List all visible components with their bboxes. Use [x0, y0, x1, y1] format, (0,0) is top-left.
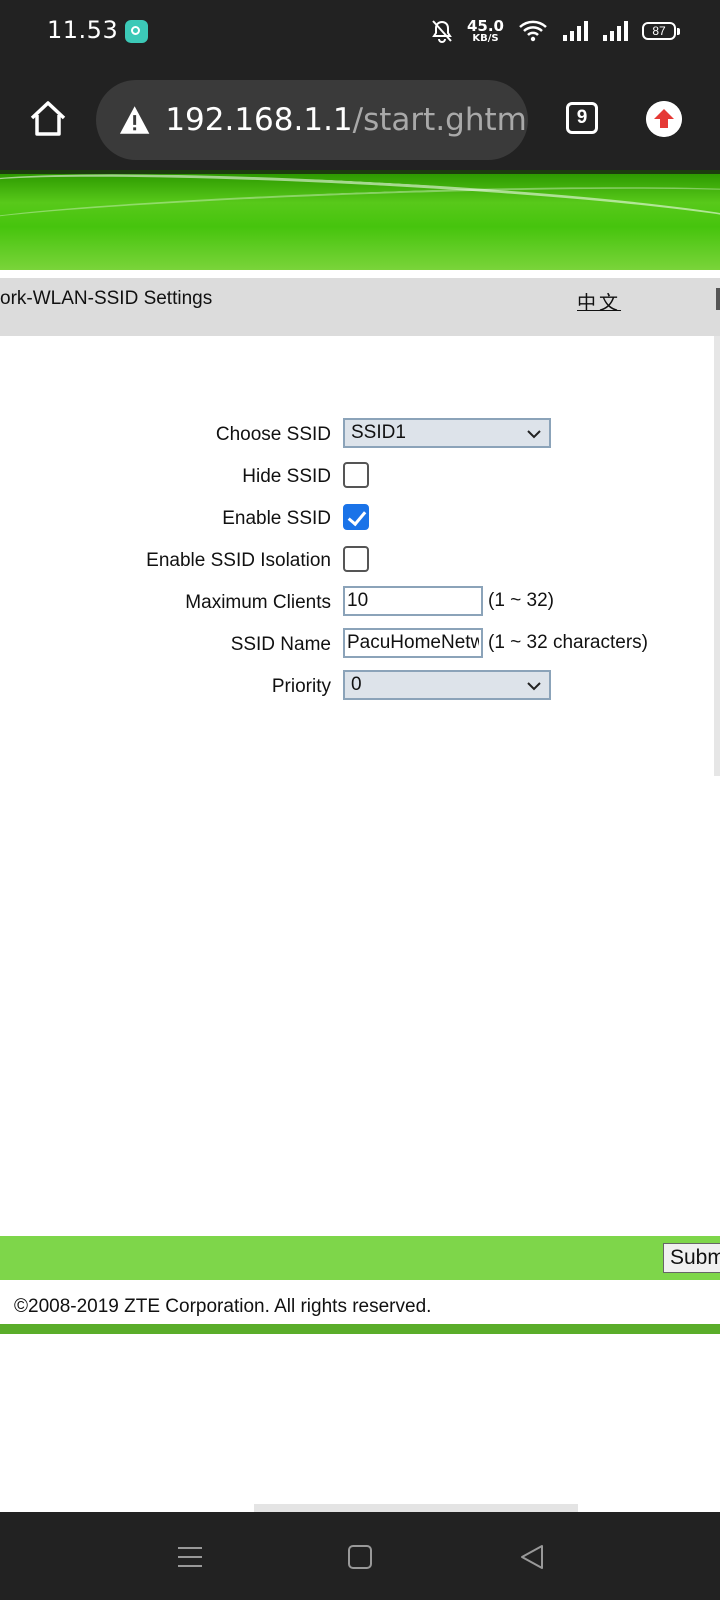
max-clients-hint: (1 ~ 32)	[488, 590, 555, 611]
breadcrumb: ork-WLAN-SSID Settings	[0, 288, 213, 309]
max-clients-label: Maximum Clients	[185, 592, 331, 613]
button-bar	[0, 1236, 720, 1280]
status-bar: 11.53 45.0 KB/S 87	[0, 0, 720, 62]
battery-icon: 87	[642, 22, 680, 40]
row-hide-ssid: Hide SSID	[0, 460, 720, 496]
language-switch-link[interactable]: 中文	[577, 288, 621, 315]
row-priority: Priority 0	[0, 670, 720, 706]
ssid-isolation-checkbox[interactable]	[343, 546, 369, 572]
header-banner	[0, 174, 720, 270]
app-notification-icon	[125, 20, 148, 43]
url-text[interactable]: 192.168.1.1/start.ghtml	[165, 102, 528, 138]
home-square-icon[interactable]	[345, 1542, 375, 1572]
address-bar[interactable]: 192.168.1.1/start.ghtml	[96, 80, 528, 160]
priority-value: 0	[351, 674, 362, 695]
ssid-name-label: SSID Name	[230, 634, 331, 655]
row-ssid-name: SSID Name (1 ~ 32 characters)	[0, 628, 720, 664]
max-clients-input[interactable]	[343, 586, 483, 616]
back-triangle-icon[interactable]	[517, 1542, 547, 1572]
choose-ssid-select[interactable]: SSID1	[343, 418, 551, 448]
horizontal-scrollbar[interactable]	[254, 1504, 578, 1512]
url-host: 192.168.1.1	[165, 102, 353, 138]
mute-bell-icon	[432, 20, 452, 43]
row-enable-ssid: Enable SSID	[0, 502, 720, 538]
enable-ssid-label: Enable SSID	[222, 508, 331, 529]
browser-toolbar: 192.168.1.1/start.ghtml 9	[0, 62, 720, 174]
row-choose-ssid: Choose SSID SSID1	[0, 418, 720, 454]
clipped-link[interactable]	[716, 288, 720, 310]
hide-ssid-label: Hide SSID	[242, 466, 331, 487]
not-secure-warning-icon[interactable]	[118, 103, 151, 137]
ssid-name-hint: (1 ~ 32 characters)	[488, 632, 648, 653]
row-ssid-isolation: Enable SSID Isolation	[0, 544, 720, 580]
ssid-isolation-label: Enable SSID Isolation	[146, 550, 331, 571]
status-icons: 45.0 KB/S 87	[431, 14, 680, 48]
submit-button[interactable]: Subm	[663, 1243, 720, 1273]
wifi-icon	[519, 20, 547, 42]
system-navigation-bar	[0, 1512, 720, 1600]
update-arrow-icon[interactable]	[646, 101, 682, 137]
tab-switcher-button[interactable]: 9	[566, 102, 598, 134]
menu-icon[interactable]	[175, 1542, 205, 1572]
ssid-name-input[interactable]	[343, 628, 483, 658]
status-time: 11.53	[47, 16, 119, 44]
choose-ssid-label: Choose SSID	[215, 424, 331, 445]
home-icon[interactable]	[28, 98, 68, 138]
net-speed: 45.0 KB/S	[466, 16, 504, 44]
breadcrumb-bar: ork-WLAN-SSID Settings 中文	[0, 278, 720, 336]
chevron-down-icon	[527, 430, 541, 439]
priority-label: Priority	[271, 676, 331, 697]
choose-ssid-value: SSID1	[351, 422, 406, 443]
priority-select[interactable]: 0	[343, 670, 551, 700]
signal-icon-2	[603, 21, 628, 41]
row-max-clients: Maximum Clients (1 ~ 32)	[0, 586, 720, 622]
chevron-down-icon	[527, 682, 541, 691]
enable-ssid-checkbox[interactable]	[343, 504, 369, 530]
hide-ssid-checkbox[interactable]	[343, 462, 369, 488]
signal-icon-1	[563, 21, 588, 41]
url-path: /start.ghtml	[352, 102, 528, 138]
footer-divider	[0, 1324, 720, 1334]
copyright-text: ©2008-2019 ZTE Corporation. All rights r…	[14, 1296, 432, 1317]
